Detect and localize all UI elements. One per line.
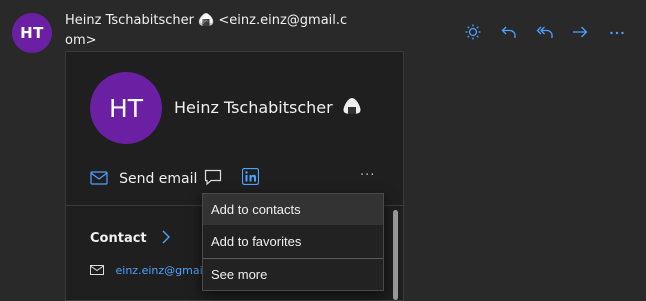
send-email-button[interactable]: Send email <box>90 168 197 190</box>
sender-avatar[interactable]: HT <box>12 13 52 53</box>
sun-icon[interactable] <box>462 21 484 43</box>
contact-section-header[interactable]: Contact <box>90 230 171 246</box>
menu-item-add-to-favorites[interactable]: Add to favorites <box>203 226 383 257</box>
more-options-menu: Add to contacts Add to favorites See mor… <box>202 193 384 291</box>
reply-icon[interactable] <box>498 21 520 43</box>
onigiri-icon <box>343 98 361 114</box>
contact-section-label: Contact <box>90 231 147 246</box>
chat-icon[interactable] <box>204 169 222 190</box>
forward-icon[interactable] <box>569 21 591 43</box>
contact-name: Heinz Tschabitscher <box>174 97 362 117</box>
mail-small-icon <box>90 265 104 275</box>
sender-line[interactable]: Heinz Tschabitscher 🍙 <einz.einz@gmail.c… <box>65 11 355 51</box>
reply-all-icon[interactable] <box>534 21 556 43</box>
menu-item-add-to-contacts[interactable]: Add to contacts <box>203 194 383 225</box>
contact-name-text: Heinz Tschabitscher <box>174 98 333 117</box>
more-icon[interactable] <box>606 21 628 43</box>
send-email-label: Send email <box>119 171 198 187</box>
contact-initials: HT <box>108 93 144 123</box>
sender-initials: HT <box>20 24 44 42</box>
card-scrollbar[interactable] <box>393 210 398 300</box>
contact-avatar: HT <box>90 72 162 144</box>
menu-item-see-more[interactable]: See more <box>203 259 383 290</box>
mail-icon <box>90 171 108 185</box>
linkedin-icon[interactable] <box>241 167 260 189</box>
card-more-button[interactable]: ··· <box>360 168 375 183</box>
chevron-right-icon <box>162 230 171 244</box>
